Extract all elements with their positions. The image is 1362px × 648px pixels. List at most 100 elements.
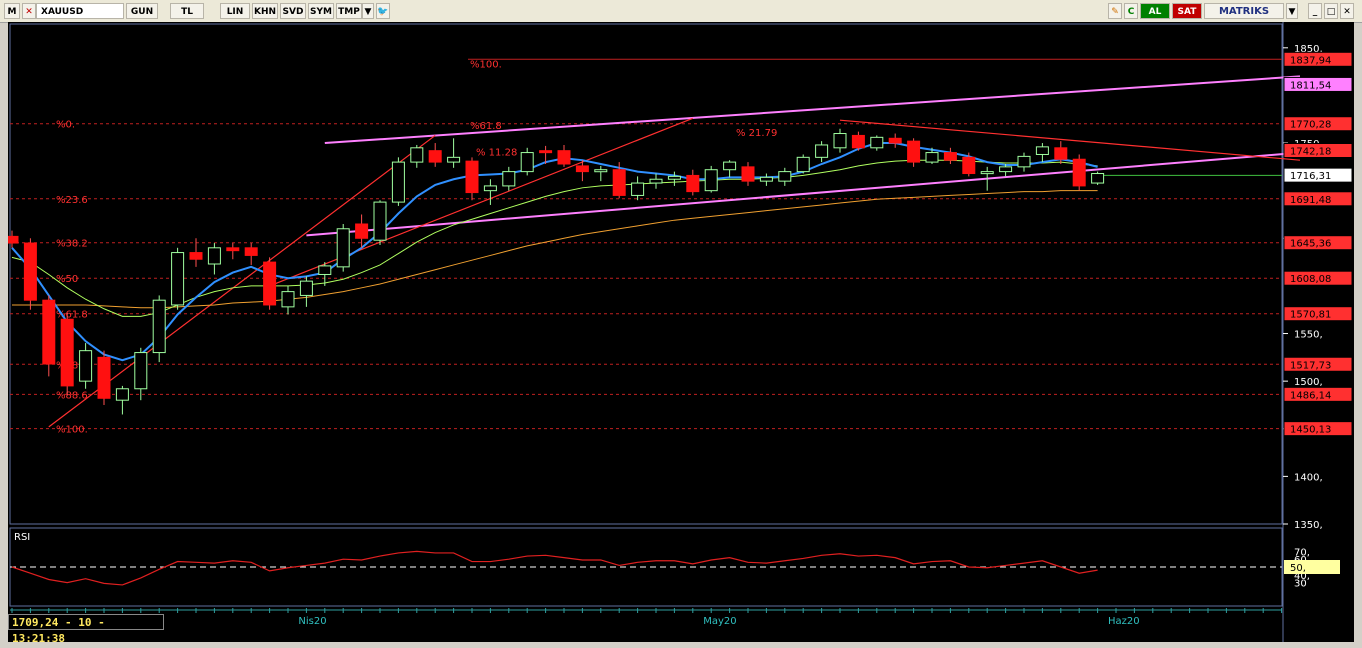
price-badge: 1517,73 — [1283, 356, 1353, 372]
al-buy-button[interactable]: AL — [1140, 3, 1170, 19]
candle-body — [539, 150, 553, 154]
price-badge: 1811,54 — [1283, 76, 1353, 92]
candle-body — [465, 160, 479, 194]
fib-left-label: %50 — [56, 274, 78, 285]
minimize-icon[interactable]: _ — [1308, 3, 1322, 19]
candle-body — [925, 152, 939, 163]
close-window-icon[interactable]: ✕ — [1340, 3, 1354, 19]
time-label: Haz20 — [1108, 616, 1140, 627]
lin-button[interactable]: LIN — [220, 3, 250, 19]
menu-dropdown-icon[interactable]: ▼ — [1286, 3, 1298, 19]
refresh-c-icon[interactable]: C — [1124, 3, 1138, 19]
time-label: Nis20 — [298, 616, 326, 627]
candle-body — [833, 133, 847, 149]
period-gun-button[interactable]: GUN — [126, 3, 158, 19]
candle-body — [723, 161, 737, 171]
candle — [907, 138, 921, 167]
khn-button[interactable]: KHN — [252, 3, 278, 19]
candle-body — [667, 175, 681, 180]
price-badge: 1570,81 — [1283, 306, 1353, 322]
price-badge-label: 1608,08 — [1290, 274, 1331, 285]
sat-sell-button[interactable]: SAT — [1172, 3, 1202, 19]
candle-body — [888, 137, 902, 144]
candle-body — [759, 176, 773, 182]
candle — [97, 350, 111, 405]
candle — [42, 295, 56, 377]
price-badge: 1716,31 — [1283, 167, 1353, 183]
candle — [796, 154, 810, 174]
sym-button[interactable]: SYM — [308, 3, 334, 19]
candle-body — [263, 261, 277, 306]
candle-body — [686, 174, 700, 193]
price-badge-label: 1450,13 — [1290, 425, 1331, 436]
candle — [336, 224, 350, 272]
twitter-icon[interactable]: 🐦 — [376, 3, 390, 19]
candle-body — [851, 134, 865, 149]
price-badge-label: 1811,54 — [1290, 80, 1331, 91]
candle — [171, 247, 185, 310]
fib-left-label: %23.6 — [56, 195, 88, 206]
pencil-icon[interactable]: ✎ — [1108, 3, 1122, 19]
candle-body — [189, 252, 203, 260]
candle-body — [741, 166, 755, 182]
tmp-button[interactable]: TMP — [336, 3, 362, 19]
fib-left-label: %88.6 — [56, 390, 88, 401]
chart-area[interactable]: 1850,1750,1650,1550,1500,1450,1400,1350,… — [5, 22, 1354, 642]
rsi-level-badge: 50, — [1284, 560, 1340, 574]
candle-body — [152, 299, 166, 354]
price-badge-label: 1517,73 — [1290, 360, 1331, 371]
status-readout: 1709,24 - 10 - 13:21:38 — [8, 614, 164, 645]
price-tick-label: 1400, — [1294, 472, 1323, 483]
price-badge-label: 1770,28 — [1290, 120, 1331, 131]
rsi-tick-label: 30 — [1294, 579, 1307, 590]
candle-body — [281, 291, 295, 308]
candle-body — [226, 247, 240, 252]
candle-body — [649, 178, 663, 184]
candle-body — [428, 150, 442, 163]
price-badge: 1770,28 — [1283, 116, 1353, 132]
symbol-field[interactable]: XAUUSD — [36, 3, 124, 19]
annotation-label: % 21.79 — [736, 128, 777, 139]
candle-body — [999, 166, 1013, 173]
svd-button[interactable]: SVD — [280, 3, 306, 19]
annotation-label: % 11.28 — [476, 148, 517, 159]
currency-tl-button[interactable]: TL — [170, 3, 204, 19]
candle — [1072, 154, 1086, 191]
price-badge: 1486,14 — [1283, 386, 1353, 402]
m-logo[interactable]: M — [4, 3, 20, 19]
price-tick-label: 1550, — [1294, 330, 1323, 341]
price-chart-svg[interactable]: 1850,1750,1650,1550,1500,1450,1400,1350,… — [5, 22, 1354, 642]
candle-body — [42, 299, 56, 365]
candle — [263, 257, 277, 310]
price-badge-label: 1486,14 — [1290, 390, 1331, 401]
fib-left-label: %0. — [56, 120, 75, 131]
close-x-icon[interactable]: ✕ — [22, 3, 36, 19]
candle-body — [1072, 158, 1086, 187]
candle-body — [1017, 155, 1031, 168]
candle-body — [870, 136, 884, 149]
price-panel — [9, 23, 1283, 525]
candle-body — [1035, 146, 1049, 155]
candle-body — [318, 265, 332, 275]
price-badge-label: 1716,31 — [1290, 171, 1331, 182]
candle-body — [962, 156, 976, 175]
candle-body — [60, 318, 74, 387]
candle-body — [483, 185, 497, 192]
candle-body — [79, 350, 93, 382]
price-badge: 1691,48 — [1283, 191, 1353, 207]
maximize-icon[interactable]: □ — [1324, 3, 1338, 19]
candle — [391, 157, 405, 206]
candle-body — [631, 182, 645, 196]
candle-body — [97, 356, 111, 399]
dropdown-arrow-icon[interactable]: ▼ — [362, 3, 374, 19]
candle-body — [336, 228, 350, 268]
candle-body — [704, 169, 718, 192]
candle-body — [943, 152, 957, 161]
matriks-logo: MATRIKS — [1204, 3, 1284, 19]
price-badge-label: 1837,94 — [1290, 55, 1331, 66]
candle-body — [171, 252, 185, 306]
candle-body — [23, 242, 37, 301]
candle — [23, 238, 37, 310]
fib-top-label: %100. — [470, 59, 502, 70]
rsi-label: RSI — [14, 532, 30, 543]
